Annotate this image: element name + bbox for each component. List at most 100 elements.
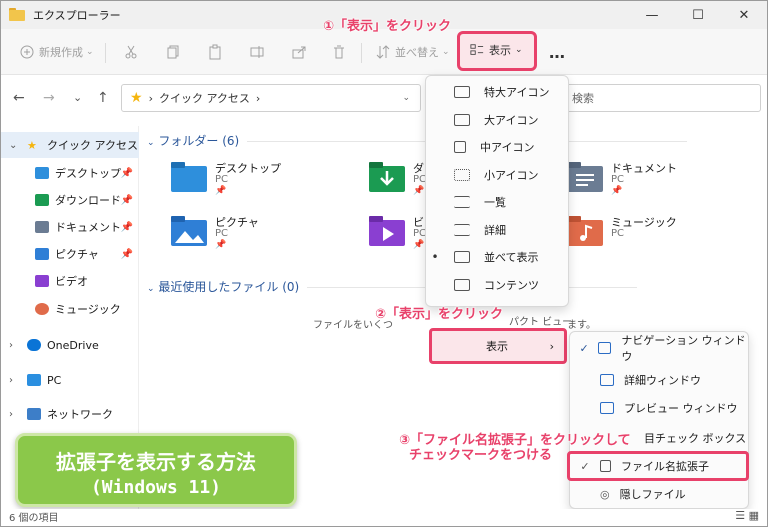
video-icon: [35, 275, 49, 287]
file-extension-highlight: [567, 451, 749, 481]
address-chevron: ›: [148, 91, 153, 105]
rename-icon: [250, 46, 264, 58]
callout-step2: ②「表示」をクリック: [375, 307, 504, 322]
menu-item-large-icons[interactable]: 大アイコン: [426, 106, 568, 133]
item-count: 6 個の項目: [9, 513, 59, 524]
trash-icon: [334, 45, 344, 59]
eye-icon: ◎: [600, 487, 610, 501]
banner-subtitle: (Windows 11): [90, 477, 222, 498]
menu-item-details-pane[interactable]: 詳細ウィンドウ: [570, 366, 748, 394]
command-bar: 新規作成 ⌄ 並べ替え ⌄ …: [1, 29, 767, 75]
sidebar-item-documents[interactable]: ドキュメント 📌: [1, 214, 139, 240]
menu-item-list[interactable]: 一覧: [426, 188, 568, 215]
menu-item-details[interactable]: 詳細: [426, 216, 568, 243]
sort-icon: [376, 45, 390, 59]
share-icon: [292, 46, 306, 59]
address-path: クイック アクセス: [158, 92, 250, 105]
folder-app-icon: [9, 8, 25, 22]
network-icon: [27, 408, 41, 420]
details-icon: [454, 223, 470, 236]
sidebar-item-music[interactable]: ミュージック: [1, 296, 139, 322]
recent-locations-button[interactable]: ⌄: [73, 91, 82, 104]
sidebar-item-videos[interactable]: ビデオ: [1, 268, 139, 294]
music-icon: [35, 303, 49, 315]
menu-item-small-icons[interactable]: 小アイコン: [426, 161, 568, 188]
scissors-icon: [125, 45, 137, 59]
title-banner: 拡張子を表示する方法 (Windows 11): [15, 433, 297, 507]
sidebar-item-network[interactable]: › ネットワーク: [1, 401, 139, 427]
new-button[interactable]: 新規作成 ⌄: [19, 41, 94, 63]
star-icon: ★: [130, 90, 143, 106]
folder-music[interactable]: ミュージック PC: [567, 210, 767, 260]
cloud-icon: [27, 339, 41, 351]
sort-label: 並べ替え: [395, 46, 439, 59]
navigation-pane-icon: [598, 342, 612, 354]
menu-item-content[interactable]: コンテンツ: [426, 271, 568, 298]
folder-documents[interactable]: ドキュメント PC 📌: [567, 156, 767, 206]
show-label: 表示: [486, 340, 508, 353]
banner-title: 拡張子を表示する方法: [56, 450, 256, 474]
view-toggle-icons[interactable]: ☰ ▦: [735, 509, 759, 522]
view-label: 表示: [489, 44, 511, 57]
more-button[interactable]: …: [549, 41, 565, 63]
new-label: 新規作成: [39, 46, 83, 59]
content-icon: [454, 278, 470, 291]
music-folder-icon: [567, 216, 603, 246]
pin-icon: 📌: [120, 194, 133, 206]
menu-item-medium-icons[interactable]: 中アイコン: [426, 133, 568, 160]
details-pane-icon: [600, 374, 614, 386]
menu-item-tiles[interactable]: • 並べて表示: [426, 243, 568, 270]
sort-button[interactable]: 並べ替え ⌄: [375, 41, 450, 63]
rename-button[interactable]: [249, 41, 265, 63]
paste-button[interactable]: [207, 41, 223, 63]
monitor-icon: [454, 140, 466, 153]
folder-pictures[interactable]: ピクチャ PC 📌: [171, 210, 371, 260]
show-submenu: ✓ ナビゲーション ウィンドウ 詳細ウィンドウ プレビュー ウィンドウ 目チェック…: [569, 331, 749, 509]
address-bar[interactable]: ★ › クイック アクセス › ⌄: [121, 84, 421, 112]
sidebar-item-desktop[interactable]: デスクトップ 📌: [1, 160, 139, 186]
minimize-button[interactable]: —: [629, 1, 675, 29]
pin-icon: 📌: [120, 167, 133, 179]
menu-item-navigation-pane[interactable]: ✓ ナビゲーション ウィンドウ: [570, 334, 748, 363]
star-icon: ★: [27, 139, 37, 152]
plus-circle-icon: [20, 45, 34, 59]
search-placeholder: 検索: [572, 92, 594, 105]
large-square-icon: [454, 85, 470, 98]
download-icon: [35, 194, 49, 206]
search-input[interactable]: 検索: [561, 84, 761, 112]
cut-button[interactable]: [123, 41, 139, 63]
callout-step3-line2: チェックマークをつける: [409, 448, 553, 463]
sidebar-item-quick-access[interactable]: ⌄ ★ クイック アクセス: [1, 132, 139, 158]
folders-header[interactable]: ⌄ フォルダー (6): [147, 132, 688, 149]
view-button[interactable]: 表示 ⌄: [457, 31, 537, 71]
list-icon: [454, 195, 470, 208]
menu-item-hidden-items[interactable]: ◎ 隠しファイル: [570, 480, 748, 508]
up-button[interactable]: ↑: [97, 90, 109, 106]
copy-button[interactable]: [165, 41, 181, 63]
sidebar-item-pictures[interactable]: ピクチャ 📌: [1, 241, 139, 267]
view-grid-icon: [470, 44, 484, 55]
folder-desktop[interactable]: デスクトップ PC 📌: [171, 156, 371, 206]
forward-button[interactable]: →: [43, 90, 55, 106]
close-button[interactable]: ✕: [721, 1, 767, 29]
sidebar-item-downloads[interactable]: ダウンロード 📌: [1, 187, 139, 213]
tiles-icon: [454, 250, 470, 263]
compact-view-item[interactable]: パクト ビュー: [509, 313, 572, 328]
callout-step1: ①「表示」をクリック: [323, 19, 452, 34]
menu-item-extra-large-icons[interactable]: 特大アイコン: [426, 78, 568, 105]
chevron-right-icon: ›: [549, 339, 554, 353]
show-submenu-button[interactable]: 表示 ›: [429, 328, 567, 364]
document-icon: [35, 221, 49, 233]
sidebar-item-onedrive[interactable]: › OneDrive: [1, 332, 139, 358]
maximize-button[interactable]: ☐: [675, 1, 721, 29]
sidebar-item-pc[interactable]: › PC: [1, 367, 139, 393]
back-button[interactable]: ←: [13, 90, 25, 106]
view-dropdown-menu: 特大アイコン 大アイコン 中アイコン 小アイコン 一覧 詳細 • 並べて表示 コン…: [425, 75, 569, 307]
documents-folder-icon: [567, 162, 603, 192]
status-bar: 6 個の項目: [1, 509, 767, 526]
share-button[interactable]: [291, 41, 307, 63]
menu-item-preview-pane[interactable]: プレビュー ウィンドウ: [570, 394, 748, 422]
grid-icon: [454, 168, 470, 181]
square-icon: [454, 113, 470, 126]
delete-button[interactable]: [331, 41, 347, 63]
